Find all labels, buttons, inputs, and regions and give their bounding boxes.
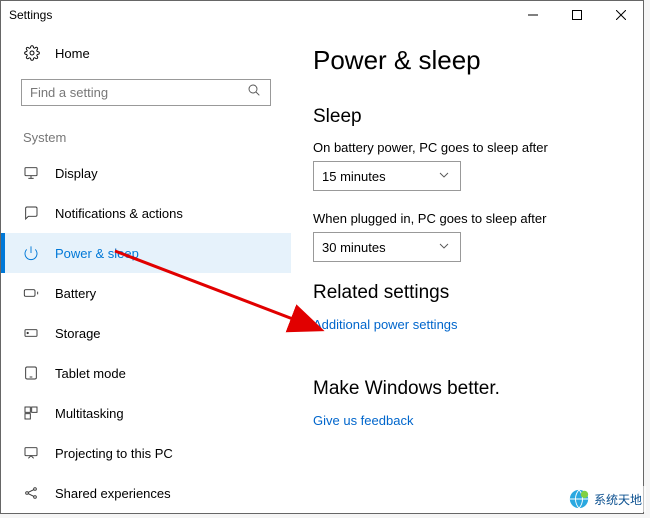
- feedback-heading: Make Windows better.: [313, 378, 623, 400]
- chevron-down-icon: [436, 238, 452, 257]
- window-controls: [511, 1, 643, 29]
- watermark-text: 系统天地: [594, 491, 642, 508]
- minimize-button[interactable]: [511, 1, 555, 29]
- sidebar-item-multitasking[interactable]: Multitasking: [21, 393, 271, 433]
- plugged-sleep-select[interactable]: 30 minutes: [313, 232, 461, 262]
- window-title: Settings: [9, 8, 511, 22]
- sidebar-item-tablet-mode[interactable]: Tablet mode: [21, 353, 271, 393]
- main-panel: Power & sleep Sleep On battery power, PC…: [291, 29, 643, 513]
- related-heading: Related settings: [313, 282, 623, 304]
- plugged-sleep-label: When plugged in, PC goes to sleep after: [313, 211, 623, 226]
- tablet-icon: [21, 365, 41, 381]
- battery-sleep-value: 15 minutes: [322, 169, 436, 184]
- sidebar-item-notifications[interactable]: Notifications & actions: [21, 193, 271, 233]
- sidebar-item-label: Notifications & actions: [55, 206, 183, 221]
- sidebar-nav: Display Notifications & actions Power & …: [21, 153, 271, 513]
- sidebar-item-label: Power & sleep: [55, 246, 139, 261]
- settings-window: Settings Home: [0, 0, 644, 514]
- home-label: Home: [55, 46, 90, 61]
- sidebar-group-header: System: [21, 130, 271, 145]
- sidebar-item-projecting[interactable]: Projecting to this PC: [21, 433, 271, 473]
- monitor-icon: [21, 165, 41, 181]
- sidebar-item-display[interactable]: Display: [21, 153, 271, 193]
- sidebar-item-battery[interactable]: Battery: [21, 273, 271, 313]
- sidebar-item-shared-experiences[interactable]: Shared experiences: [21, 473, 271, 513]
- home-nav[interactable]: Home: [21, 39, 271, 75]
- page-title: Power & sleep: [313, 45, 623, 76]
- message-icon: [21, 205, 41, 221]
- close-button[interactable]: [599, 1, 643, 29]
- maximize-button[interactable]: [555, 1, 599, 29]
- globe-icon: [568, 488, 590, 510]
- search-icon: [246, 82, 262, 103]
- give-feedback-link[interactable]: Give us feedback: [313, 413, 413, 428]
- sidebar-item-label: Projecting to this PC: [55, 446, 173, 461]
- additional-power-settings-link[interactable]: Additional power settings: [313, 317, 458, 332]
- sidebar: Home System Display: [1, 29, 291, 513]
- battery-sleep-select[interactable]: 15 minutes: [313, 161, 461, 191]
- sidebar-item-storage[interactable]: Storage: [21, 313, 271, 353]
- titlebar: Settings: [1, 1, 643, 29]
- search-box[interactable]: [21, 79, 271, 106]
- sidebar-item-label: Shared experiences: [55, 486, 171, 501]
- sidebar-item-power-sleep[interactable]: Power & sleep: [1, 233, 291, 273]
- sidebar-item-label: Storage: [55, 326, 101, 341]
- battery-icon: [21, 285, 41, 301]
- sleep-heading: Sleep: [313, 106, 623, 128]
- battery-sleep-label: On battery power, PC goes to sleep after: [313, 140, 623, 155]
- storage-icon: [21, 325, 41, 341]
- chevron-down-icon: [436, 167, 452, 186]
- power-icon: [21, 245, 41, 261]
- share-icon: [21, 485, 41, 501]
- content-area: Home System Display: [1, 29, 643, 513]
- search-input[interactable]: [30, 85, 246, 100]
- multitasking-icon: [21, 405, 41, 421]
- projecting-icon: [21, 445, 41, 461]
- sidebar-item-label: Battery: [55, 286, 96, 301]
- watermark: 系统天地: [564, 486, 646, 512]
- sidebar-item-label: Display: [55, 166, 98, 181]
- sidebar-item-label: Tablet mode: [55, 366, 126, 381]
- sidebar-item-label: Multitasking: [55, 406, 124, 421]
- gear-icon: [23, 45, 41, 61]
- plugged-sleep-value: 30 minutes: [322, 240, 436, 255]
